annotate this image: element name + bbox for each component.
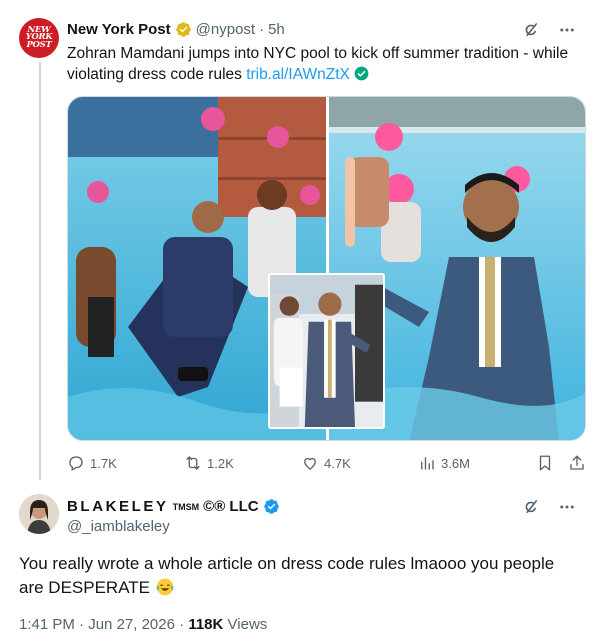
- tweet-text: Zohran Mamdani jumps into NYC pool to ki…: [67, 43, 577, 85]
- tweet-engagement-bar: 1.7K 1.2K 4.7K 3.6M: [67, 454, 586, 472]
- reply-author-handle[interactable]: @_iamblakeley: [67, 518, 170, 535]
- reply-date[interactable]: Jun 27, 2026: [88, 616, 175, 633]
- reply-text: You really wrote a whole article on dres…: [19, 552, 579, 600]
- like-count: 4.7K: [324, 455, 351, 471]
- author-name[interactable]: New York Post: [67, 21, 171, 38]
- reply-views-label: Views: [227, 616, 268, 633]
- avatar-logo-text: NEW YORK POST: [25, 24, 53, 50]
- separator: ·: [179, 616, 185, 633]
- like-button[interactable]: 4.7K: [301, 454, 351, 472]
- verified-gold-icon: [175, 22, 191, 37]
- views-count: 3.6M: [441, 455, 470, 471]
- author-name-marks: TMSM: [172, 501, 200, 512]
- tweet-header: New York Post @nypost · 5h: [67, 21, 285, 38]
- reply-top-actions: [521, 497, 577, 517]
- reply-icon: [69, 456, 83, 471]
- reply-meta: 1:41 PM · Jun 27, 2026 · 118K Views: [19, 616, 267, 633]
- thread-connector: [39, 62, 41, 480]
- repost-count: 1.2K: [207, 455, 234, 471]
- avatar[interactable]: [19, 494, 59, 534]
- like-icon: [304, 457, 316, 470]
- grok-icon[interactable]: [521, 497, 541, 517]
- reply-author-name[interactable]: BLAKELEY TMSM ©® LLC: [67, 498, 280, 515]
- avatar[interactable]: NEW YORK POST: [19, 18, 59, 58]
- share-icon[interactable]: [568, 454, 586, 472]
- tweet-link[interactable]: trib.al/IAWnZtX: [246, 66, 350, 83]
- repost-icon: [186, 456, 200, 470]
- reply-button[interactable]: 1.7K: [67, 454, 117, 472]
- reply-count: 1.7K: [90, 455, 117, 471]
- repost-button[interactable]: 1.2K: [184, 454, 234, 472]
- bookmark-icon[interactable]: [536, 454, 554, 472]
- more-icon[interactable]: [557, 497, 577, 517]
- reply-time[interactable]: 1:41 PM: [19, 616, 75, 633]
- check-circle-icon: [354, 66, 369, 81]
- tweet-right-actions: [536, 454, 586, 472]
- post-time[interactable]: 5h: [268, 21, 285, 38]
- avatar-photo: [19, 494, 59, 534]
- photo-inset[interactable]: [268, 273, 385, 429]
- tweet-media[interactable]: [67, 96, 586, 441]
- reply-body: You really wrote a whole article on dres…: [19, 554, 555, 597]
- separator: ·: [259, 21, 265, 38]
- author-handle[interactable]: @nypost: [196, 21, 255, 38]
- author-name: BLAKELEY: [67, 498, 169, 515]
- verified-blue-icon: [263, 499, 279, 514]
- views-button[interactable]: 3.6M: [418, 454, 470, 472]
- author-name-suffix: ©® LLC: [203, 498, 259, 515]
- separator: ·: [79, 616, 85, 633]
- views-icon: [421, 457, 434, 470]
- reply-views-count: 118K: [188, 616, 224, 633]
- tears-of-joy-emoji-icon: [156, 578, 174, 596]
- more-icon[interactable]: [557, 20, 577, 40]
- grok-icon[interactable]: [521, 20, 541, 40]
- tweet-top-actions: [521, 20, 577, 40]
